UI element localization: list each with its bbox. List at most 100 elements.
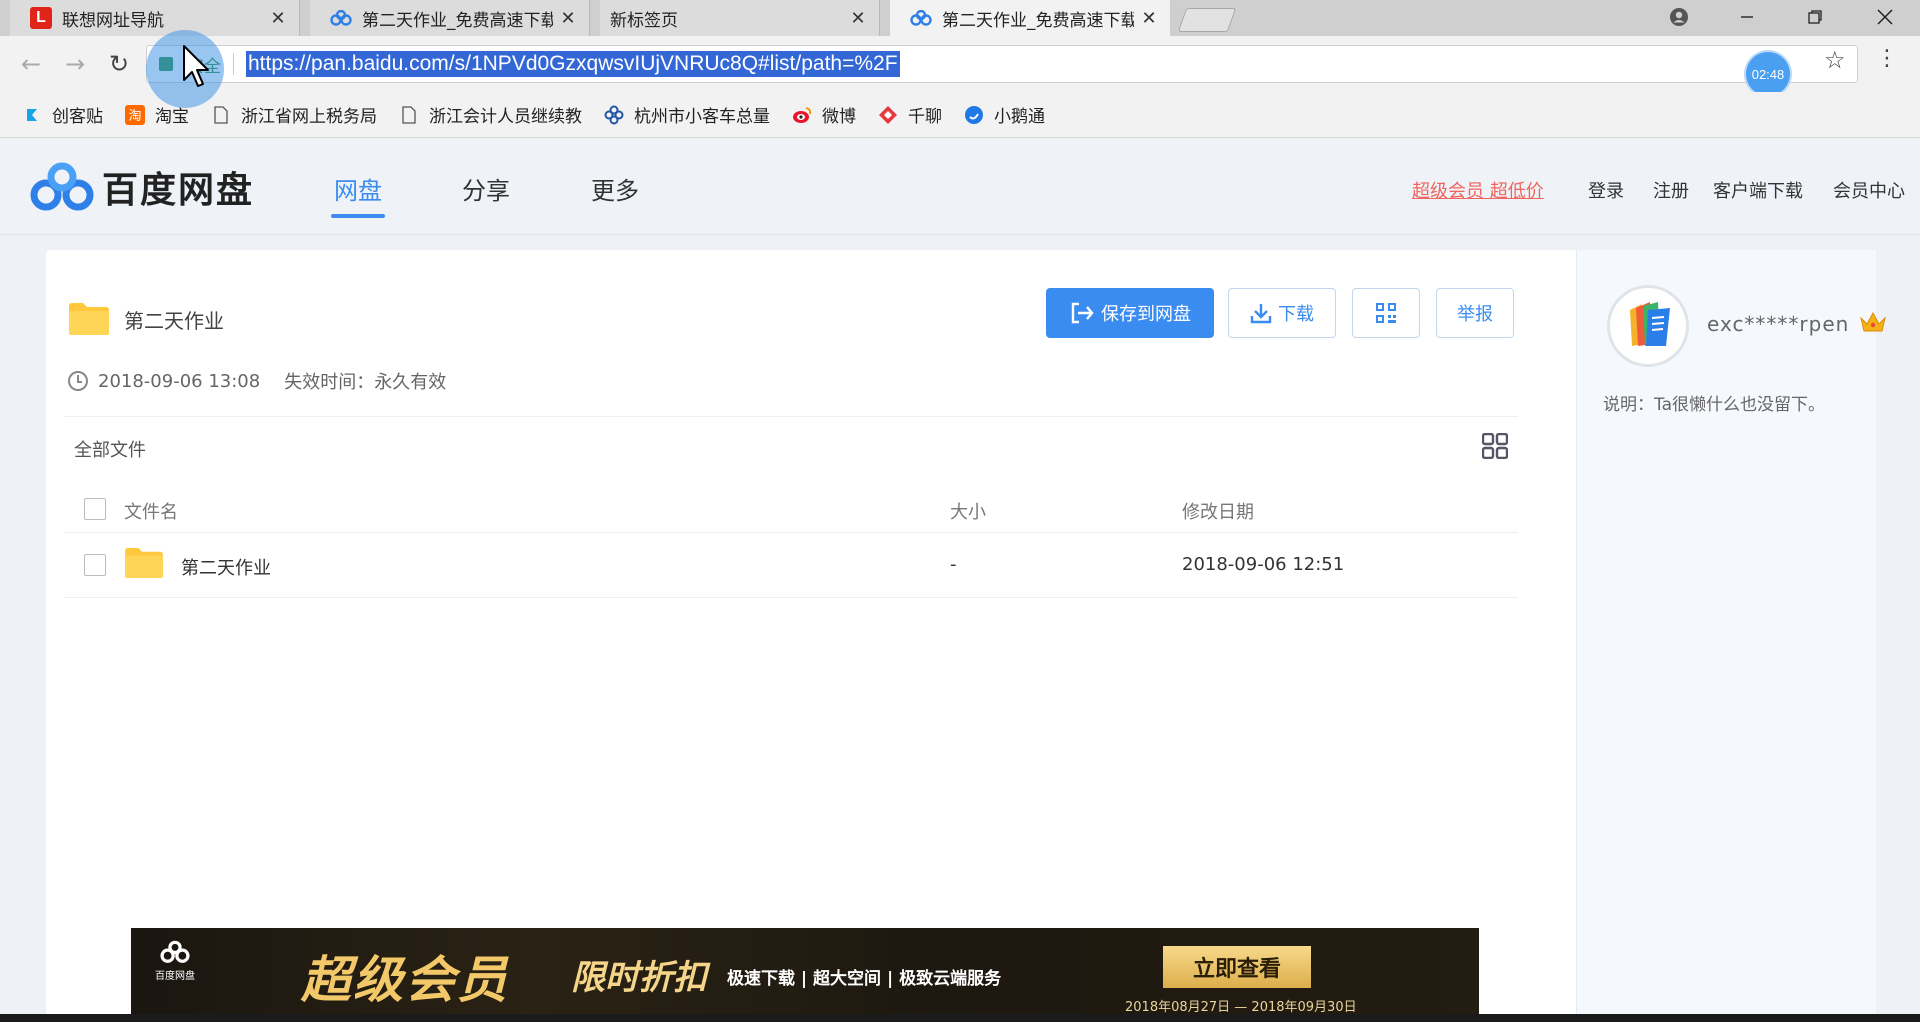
tab-baidu-share-1[interactable]: 第二天作业_免费高速下载 ✕ (310, 0, 590, 36)
qrcode-button[interactable] (1352, 288, 1420, 338)
column-name[interactable]: 文件名 (124, 498, 178, 524)
all-files-breadcrumb[interactable]: 全部文件 (74, 436, 146, 462)
page-icon (211, 105, 231, 125)
qianliao-icon (878, 105, 898, 125)
select-all-checkbox[interactable] (84, 498, 106, 520)
forward-icon[interactable]: → (60, 50, 90, 78)
table-row[interactable]: 第二天作业 - 2018-09-06 12:51 (64, 532, 1518, 598)
share-title: 第二天作业 (68, 302, 224, 336)
tab-title: 第二天作业_免费高速下载 (362, 10, 553, 31)
login-link[interactable]: 登录 (1588, 177, 1624, 203)
share-expiry: 失效时间：永久有效 (284, 372, 447, 393)
banner-logo-text: 百度网盘 (155, 971, 195, 982)
file-modified: 2018-09-06 12:51 (1182, 554, 1345, 575)
folder-icon (125, 547, 163, 579)
avatar[interactable] (1607, 285, 1689, 367)
file-name[interactable]: 第二天作业 (181, 554, 271, 580)
minimize-icon[interactable] (1720, 0, 1774, 34)
download-button-label: 下载 (1278, 304, 1314, 325)
back-icon[interactable]: ← (16, 50, 46, 78)
share-title-text: 第二天作业 (124, 308, 224, 333)
bottom-edge (0, 1014, 1920, 1022)
xiaoetong-icon (964, 105, 984, 125)
vip-promo-banner[interactable]: 百度网盘 超级会员 限时折扣 极速下载 | 超大空间 | 极致云端服务 立即查看… (131, 928, 1479, 1022)
tab-baidu-share-active[interactable]: 第二天作业_免费高速下载 ✕ (890, 0, 1170, 36)
bookmark-item[interactable]: 浙江省网上税务局 (211, 102, 377, 127)
file-size: - (950, 554, 957, 575)
download-button[interactable]: 下载 (1228, 288, 1336, 338)
nav-share[interactable]: 分享 (462, 171, 510, 206)
grid-view-icon[interactable] (1482, 433, 1508, 459)
bookmark-label: 浙江省网上税务局 (241, 107, 377, 127)
menu-icon[interactable]: ⋮ (1876, 46, 1898, 71)
column-size[interactable]: 大小 (950, 498, 986, 524)
browser-tabstrip: L 联想网址导航 ✕ 第二天作业_免费高速下载 ✕ 新标签页 ✕ 第二天作业_免… (0, 0, 1920, 36)
site-header: 百度网盘 网盘 分享 更多 超级会员 超低价 登录 注册 客户端下载 会员中心 (0, 139, 1920, 235)
clock-icon (68, 371, 88, 391)
bookmark-item[interactable]: 创客贴 (22, 102, 103, 127)
column-modified[interactable]: 修改日期 (1182, 498, 1254, 524)
save-to-netdisk-button[interactable]: 保存到网盘 (1046, 288, 1214, 338)
row-checkbox[interactable] (84, 554, 106, 576)
bookmark-item[interactable]: 小鹅通 (964, 102, 1045, 127)
share-created-time: 2018-09-06 13:08 (98, 370, 261, 392)
new-tab-button[interactable] (1177, 8, 1237, 32)
bookmark-label: 杭州市小客车总量 (634, 107, 770, 127)
nav-more[interactable]: 更多 (591, 171, 639, 206)
url-text[interactable]: https://pan.baidu.com/s/1NPVd0GzxqwsvIUj… (246, 51, 900, 77)
lenovo-favicon-icon: L (30, 7, 52, 29)
banner-features: 极速下载 | 超大空间 | 极致云端服务 (727, 969, 1002, 989)
banner-logo: 百度网盘 (155, 940, 195, 982)
page-icon (399, 105, 419, 125)
banner-sale-title: 限时折扣 (571, 958, 707, 998)
register-link[interactable]: 注册 (1653, 177, 1689, 203)
baidu-pan-favicon-icon (330, 7, 352, 29)
vip-center-link[interactable]: 会员中心 (1833, 177, 1905, 203)
tab-lenovo-nav[interactable]: L 联想网址导航 ✕ (10, 0, 300, 36)
timer-badge[interactable]: 02:48 (1746, 52, 1790, 96)
banner-vip-title: 超级会员 (301, 951, 509, 1009)
share-meta: 2018-09-06 13:08 失效时间：永久有效 (68, 368, 446, 394)
nav-netdisk[interactable]: 网盘 (334, 171, 382, 206)
super-vip-promo-link[interactable]: 超级会员 超低价 (1412, 177, 1544, 203)
divider (64, 416, 1518, 417)
clover-icon (604, 105, 624, 125)
close-window-icon[interactable] (1858, 0, 1912, 34)
restore-icon[interactable] (1788, 0, 1842, 34)
close-tab-icon[interactable]: ✕ (1140, 8, 1158, 29)
close-tab-icon[interactable]: ✕ (849, 8, 867, 29)
close-tab-icon[interactable]: ✕ (559, 8, 577, 29)
folder-icon (69, 303, 109, 335)
weibo-icon (792, 105, 812, 125)
bookmark-star-icon[interactable]: ☆ (1824, 46, 1846, 74)
tab-new-tab[interactable]: 新标签页 ✕ (600, 0, 880, 36)
report-button[interactable]: 举报 (1436, 288, 1514, 338)
taobao-icon: 淘 (125, 104, 145, 125)
bookmark-label: 创客贴 (52, 107, 103, 127)
mouse-cursor-icon (183, 45, 209, 87)
baidu-pan-logo-icon (30, 162, 94, 211)
close-tab-icon[interactable]: ✕ (269, 8, 287, 29)
reload-icon[interactable]: ↻ (104, 50, 134, 78)
bookmark-label: 微博 (822, 107, 856, 127)
file-table-header: 文件名 大小 修改日期 (64, 486, 1518, 532)
bookmark-item[interactable]: 千聊 (878, 102, 942, 127)
baidu-pan-logo-icon (160, 940, 190, 963)
share-card: 第二天作业 保存到网盘 下载 举报 2018-09-06 13:08 失效时间：… (46, 250, 1886, 1022)
client-download-link[interactable]: 客户端下载 (1713, 177, 1803, 203)
crown-icon (1859, 311, 1886, 332)
profile-icon[interactable] (1652, 0, 1706, 34)
banner-cta-button[interactable]: 立即查看 (1163, 946, 1311, 988)
baidu-pan-logo[interactable]: 百度网盘 (30, 161, 254, 213)
bookmark-item[interactable]: 杭州市小客车总量 (604, 102, 770, 127)
banner-dates: 2018年08月27日 — 2018年09月30日 (1125, 1000, 1357, 1015)
bookmark-label: 浙江会计人员继续教 (429, 107, 582, 127)
divider (233, 53, 234, 75)
bookmark-item[interactable]: 微博 (792, 102, 856, 127)
save-icon (1069, 301, 1095, 325)
download-icon (1250, 302, 1272, 324)
sharer-description: 说明：Ta很懒什么也没留下。 (1603, 395, 1825, 415)
bookmark-item[interactable]: 浙江会计人员继续教 (399, 102, 582, 127)
address-bar[interactable]: 安全 https://pan.baidu.com/s/1NPVd0Gzxqwsv… (146, 45, 1858, 83)
tab-title: 联想网址导航 (62, 10, 164, 31)
